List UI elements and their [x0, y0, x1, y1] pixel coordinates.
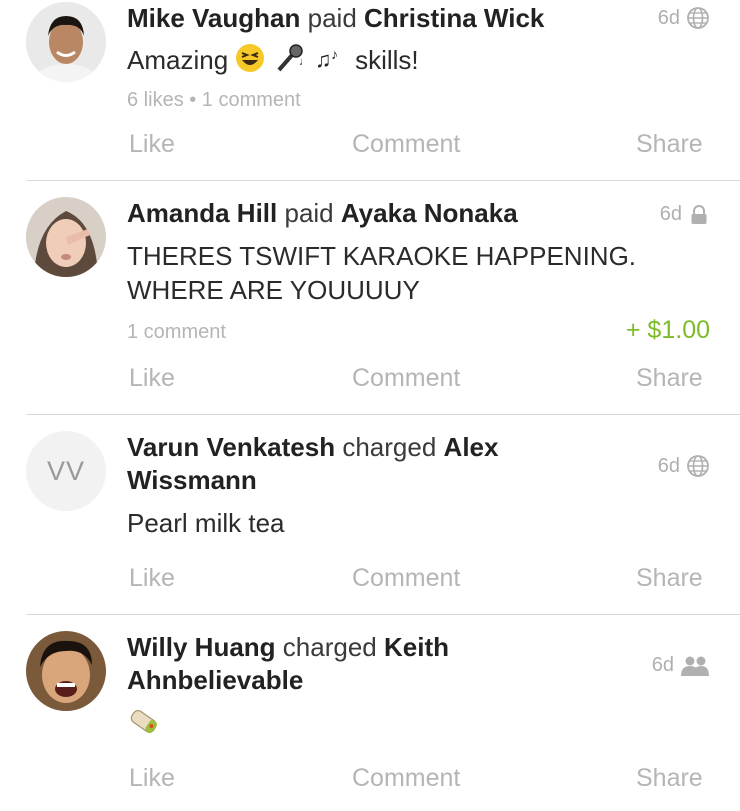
avatar[interactable]	[26, 631, 106, 711]
story-time: 6d	[658, 454, 710, 478]
story-time: 6d	[660, 203, 710, 226]
actor-name[interactable]: Willy Huang	[127, 632, 276, 662]
story-verb: charged	[342, 432, 437, 462]
comment-button[interactable]: Comment	[352, 564, 460, 593]
story-message: Pearl milk tea	[127, 508, 285, 538]
story-verb: charged	[282, 632, 377, 662]
actor-name[interactable]: Amanda Hill	[127, 198, 277, 228]
comment-button[interactable]: Comment	[352, 364, 460, 393]
divider	[26, 614, 740, 615]
story-meta[interactable]: 1 comment	[127, 321, 226, 344]
actor-name[interactable]: Varun Venkatesh	[127, 432, 335, 462]
share-button[interactable]: Share	[636, 130, 703, 159]
lock-icon	[688, 204, 710, 226]
story-time: 6d	[658, 6, 710, 30]
timestamp: 6d	[659, 203, 682, 225]
share-button[interactable]: Share	[636, 564, 703, 593]
burrito-icon	[127, 706, 161, 744]
story-message: Amazing ♩ ♫ ♪ skills!	[127, 43, 687, 81]
story-verb: paid	[284, 198, 334, 228]
comment-button[interactable]: Comment	[352, 130, 460, 159]
avatar-photo	[26, 2, 106, 82]
avatar[interactable]: VV	[26, 431, 106, 511]
target-name[interactable]: Ayaka Nonaka	[341, 198, 518, 228]
grinning-squinting-face-icon	[235, 43, 265, 81]
share-button[interactable]: Share	[636, 764, 703, 793]
musical-notes-icon: ♫ ♪	[314, 43, 348, 81]
target-name[interactable]: Christina Wick	[364, 3, 544, 33]
timestamp: 6d	[657, 6, 680, 29]
payment-amount: + $1.00	[625, 316, 710, 344]
svg-text:♪: ♪	[331, 46, 338, 62]
story-time: 6d	[652, 654, 710, 677]
microphone-icon: ♩	[273, 43, 310, 81]
divider	[26, 414, 740, 415]
friends-icon	[680, 655, 710, 677]
story-title: Varun Venkatesh charged Alex Wissmann	[127, 431, 567, 497]
avatar-photo	[26, 631, 106, 711]
svg-text:♩: ♩	[299, 56, 307, 68]
divider	[26, 180, 740, 181]
avatar-photo	[26, 197, 106, 277]
story-title: Mike Vaughan paid Christina Wick	[127, 2, 627, 35]
like-button[interactable]: Like	[129, 564, 175, 593]
message-text: skills!	[355, 45, 419, 75]
share-button[interactable]: Share	[636, 364, 703, 393]
like-button[interactable]: Like	[129, 364, 175, 393]
story-title: Willy Huang charged Keith Ahnbelievable	[127, 631, 567, 697]
story-verb: paid	[307, 3, 357, 33]
timestamp: 6d	[657, 454, 680, 477]
like-button[interactable]: Like	[129, 130, 175, 159]
story-message	[127, 706, 687, 744]
svg-text:♫: ♫	[315, 47, 332, 72]
globe-icon	[686, 454, 710, 478]
avatar[interactable]	[26, 2, 106, 82]
actor-name[interactable]: Mike Vaughan	[127, 3, 300, 33]
story-message: THERES TSWIFT KARAOKE HAPPENING. WHERE A…	[127, 241, 637, 305]
like-button[interactable]: Like	[129, 764, 175, 793]
story-meta[interactable]: 6 likes • 1 comment	[127, 89, 301, 112]
avatar[interactable]	[26, 197, 106, 277]
timestamp: 6d	[651, 654, 674, 676]
message-text-before-emoji: Amazing	[127, 45, 229, 75]
globe-icon	[686, 6, 710, 30]
comment-button[interactable]: Comment	[352, 764, 460, 793]
story-title: Amanda Hill paid Ayaka Nonaka	[127, 197, 627, 230]
